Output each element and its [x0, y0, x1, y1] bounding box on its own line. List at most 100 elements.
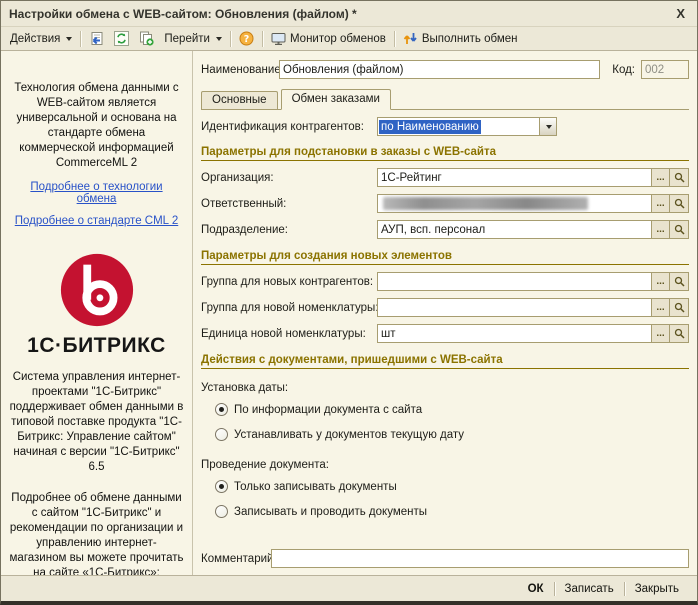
new-nomenclature-group-input[interactable] [377, 298, 651, 317]
magnifier-icon [674, 328, 685, 339]
new-nomenclature-search-button[interactable] [670, 298, 689, 317]
radio-date-from-site-label: По информации документа с сайта [234, 404, 422, 416]
organization-search-button[interactable] [670, 168, 689, 187]
name-row: Наименование: Код: [201, 60, 689, 79]
exchange-monitor-label: Монитор обменов [290, 33, 386, 45]
name-input[interactable] [279, 60, 600, 79]
new-unit-search-button[interactable] [670, 324, 689, 343]
ok-button[interactable]: ОК [518, 581, 554, 597]
close-icon[interactable]: X [672, 6, 689, 21]
comment-row: Комментарий: [201, 549, 689, 568]
organization-row: Организация: ... [201, 168, 689, 187]
sidebar-intro-text: Технология обмена данными с WEB-сайтом я… [9, 81, 184, 171]
tab-order-exchange-label: Обмен заказами [292, 93, 380, 105]
exchange-monitor-button[interactable]: Монитор обменов [266, 29, 391, 49]
window-body: Технология обмена данными с WEB-сайтом я… [1, 51, 697, 575]
new-unit-label: Единица новой номенклатуры: [201, 328, 377, 340]
copy-button[interactable] [134, 29, 159, 49]
actions-menu-button[interactable]: Действия [5, 29, 77, 49]
save-record-button[interactable] [84, 29, 109, 49]
tab-basic[interactable]: Основные [201, 91, 278, 109]
responsible-label: Ответственный: [201, 198, 377, 210]
organization-input[interactable] [377, 168, 651, 187]
new-counterparties-group-row: Группа для новых контрагентов: ... [201, 272, 689, 291]
counterparty-identification-select[interactable]: по Наименованию [377, 117, 557, 136]
copy-add-icon [139, 31, 154, 46]
new-unit-input[interactable] [377, 324, 651, 343]
radio-write-and-post-label: Записывать и проводить документы [234, 506, 427, 518]
counterparty-identification-row: Идентификация контрагентов: по Наименова… [201, 117, 689, 136]
bitrix-logo-icon [58, 251, 136, 329]
toolbar-separator [230, 31, 231, 47]
magnifier-icon [674, 302, 685, 313]
new-counterparties-group-input[interactable] [377, 272, 651, 291]
radio-date-from-site[interactable]: По информации документа с сайта [215, 403, 689, 416]
bitrix-logo-text: 1С·БИТРИКС [9, 334, 184, 358]
radio-button-icon[interactable] [215, 428, 228, 441]
redacted-value [383, 197, 588, 210]
code-input [641, 60, 689, 79]
radio-write-only-label: Только записывать документы [234, 481, 397, 493]
department-ref-button[interactable]: ... [651, 220, 670, 239]
radio-write-only[interactable]: Только записывать документы [215, 480, 689, 493]
magnifier-icon [674, 172, 685, 183]
help-button[interactable]: ? [234, 29, 259, 49]
responsible-ref-button[interactable]: ... [651, 194, 670, 213]
radio-write-and-post[interactable]: Записывать и проводить документы [215, 505, 689, 518]
toolbar: Действия [1, 27, 697, 51]
link-exchange-technology[interactable]: Подробнее о технологии обмена [9, 181, 184, 205]
new-counterparties-ref-button[interactable]: ... [651, 272, 670, 291]
tab-order-exchange[interactable]: Обмен заказами [281, 89, 391, 110]
footer-bar: ОК Записать Закрыть [1, 575, 697, 601]
execute-exchange-button[interactable]: Выполнить обмен [398, 29, 523, 49]
link-cml-standard[interactable]: Подробнее о стандарте CML 2 [15, 215, 178, 227]
responsible-input[interactable] [377, 194, 651, 213]
tab-panel-orders: Идентификация контрагентов: по Наименова… [201, 110, 689, 575]
settings-window: Настройки обмена с WEB-сайтом: Обновлени… [0, 0, 698, 605]
save-record-icon [89, 31, 104, 46]
organization-label: Организация: [201, 172, 377, 184]
radio-button-icon[interactable] [215, 505, 228, 518]
radio-button-icon[interactable] [215, 480, 228, 493]
tab-strip: Основные Обмен заказами [201, 88, 689, 110]
responsible-search-button[interactable] [670, 194, 689, 213]
new-unit-ref-button[interactable]: ... [651, 324, 670, 343]
section-new-elements: Параметры для создания новых элементов [201, 249, 689, 265]
chevron-down-icon [546, 125, 552, 129]
date-setting-group-label: Установка даты: [201, 382, 689, 394]
department-label: Подразделение: [201, 224, 377, 236]
radio-date-current[interactable]: Устанавливать у документов текущую дату [215, 428, 689, 441]
sidebar-more-text: Подробнее об обмене данными с сайтом "1С… [9, 491, 184, 581]
combo-dropdown-button[interactable] [539, 118, 556, 135]
title-bar: Настройки обмена с WEB-сайтом: Обновлени… [1, 1, 697, 27]
magnifier-icon [674, 224, 685, 235]
refresh-button[interactable] [109, 29, 134, 49]
new-unit-row: Единица новой номенклатуры: ... [201, 324, 689, 343]
comment-label: Комментарий: [201, 553, 271, 565]
magnifier-icon [674, 198, 685, 209]
toolbar-separator [262, 31, 263, 47]
code-label: Код: [612, 64, 635, 76]
sidebar-product-text: Система управления интернет-проектами "1… [9, 370, 184, 475]
new-counterparties-search-button[interactable] [670, 272, 689, 291]
chevron-down-icon [66, 37, 72, 41]
responsible-row: Ответственный: ... [201, 194, 689, 213]
section-document-actions: Действия с документами, пришедшими с WEB… [201, 353, 689, 369]
radio-button-icon[interactable] [215, 403, 228, 416]
save-button[interactable]: Записать [555, 581, 624, 597]
department-search-button[interactable] [670, 220, 689, 239]
new-nomenclature-ref-button[interactable]: ... [651, 298, 670, 317]
help-icon: ? [239, 31, 254, 46]
organization-ref-button[interactable]: ... [651, 168, 670, 187]
goto-menu-button[interactable]: Перейти [159, 29, 227, 49]
actions-menu-label: Действия [10, 33, 60, 45]
name-label: Наименование: [201, 64, 279, 76]
section-substitution-params: Параметры для подстановки в заказы с WEB… [201, 145, 689, 161]
department-input[interactable] [377, 220, 651, 239]
window-title: Настройки обмена с WEB-сайтом: Обновлени… [9, 7, 672, 21]
comment-input[interactable] [271, 549, 689, 568]
close-button[interactable]: Закрыть [625, 581, 689, 597]
new-nomenclature-group-row: Группа для новой номенклатуры: ... [201, 298, 689, 317]
radio-date-current-label: Устанавливать у документов текущую дату [234, 429, 464, 441]
counterparty-identification-label: Идентификация контрагентов: [201, 121, 377, 133]
